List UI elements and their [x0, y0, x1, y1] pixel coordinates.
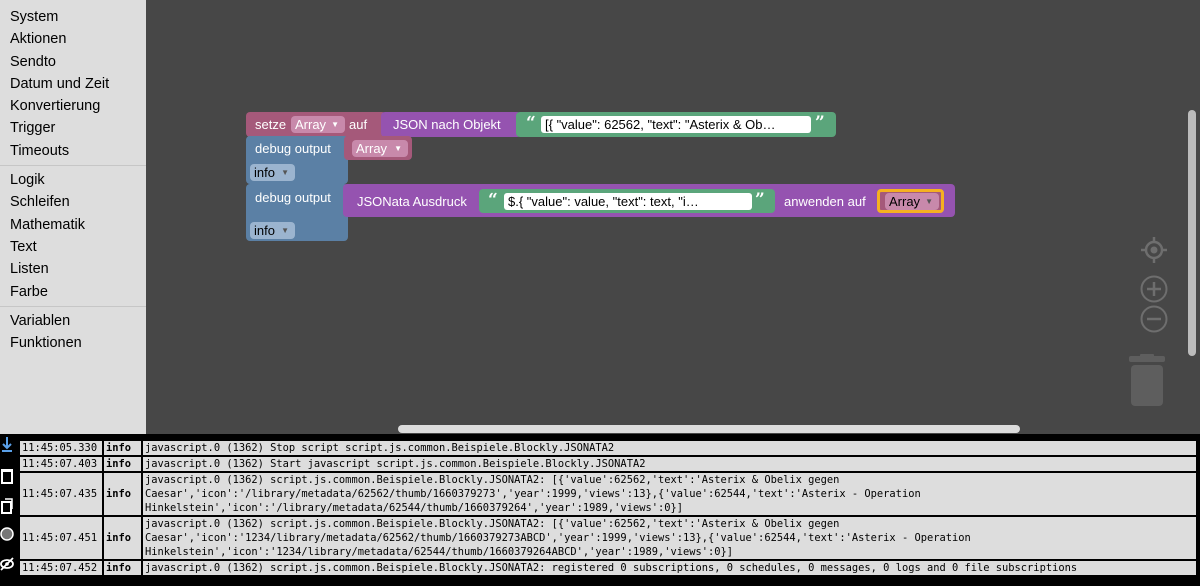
quote-close-icon: ”	[815, 113, 825, 133]
toolbox-category-text[interactable]: Text	[0, 236, 146, 258]
quote-open-icon: “	[526, 113, 536, 133]
horizontal-scrollbar[interactable]	[398, 425, 1020, 433]
crosshair-icon[interactable]	[1140, 236, 1168, 264]
log-message: javascript.0 (1362) Start javascript scr…	[141, 455, 1198, 473]
toolbox-category-schleifen[interactable]: Schleifen	[0, 191, 146, 213]
apply-variable-dropdown[interactable]: Array ▼	[885, 193, 939, 210]
json-text-field[interactable]: [{ "value": 62562, "text": "Asterix & Ob…	[541, 116, 811, 133]
toolbox-category-aktionen[interactable]: Aktionen	[0, 28, 146, 50]
log-time: 11:45:07.451	[18, 515, 104, 561]
clear-log-icon[interactable]	[0, 468, 14, 488]
toolbox-category-mathematik[interactable]: Mathematik	[0, 214, 146, 236]
toolbox-category-system[interactable]: System	[0, 6, 146, 28]
log-time: 11:45:07.452	[18, 559, 104, 577]
log-severity: info	[102, 439, 143, 457]
pause-icon[interactable]	[0, 526, 14, 546]
jsonata-label: JSONata Ausdruck	[357, 194, 467, 209]
blockly-toolbox: System Aktionen Sendto Datum und Zeit Konver…	[0, 0, 146, 434]
log-message: javascript.0 (1362) script.js.common.Bei…	[141, 515, 1198, 561]
log-row: 11:45:07.451 info javascript.0 (1362) scri…	[18, 515, 1198, 561]
copy-icon[interactable]	[0, 498, 14, 518]
chevron-down-icon: ▼	[925, 197, 933, 206]
toolbox-category-timeouts[interactable]: Timeouts	[0, 140, 146, 162]
zoom-in-icon[interactable]	[1140, 275, 1168, 303]
toolbox-category-trigger[interactable]: Trigger	[0, 117, 146, 139]
log-panel: 11:45:05.330 info javascript.0 (1362) Stop…	[0, 434, 1200, 586]
trash-icon[interactable]	[1127, 354, 1167, 408]
scroll-to-bottom-icon[interactable]	[0, 436, 14, 456]
toolbox-separator	[0, 305, 146, 307]
log-severity: info	[102, 515, 143, 561]
debug-output-label-2: debug output	[255, 190, 331, 205]
toolbox-category-funktionen[interactable]: Funktionen	[0, 332, 146, 354]
vertical-scrollbar[interactable]	[1188, 110, 1196, 356]
debug-level-dropdown-1[interactable]: info ▼	[250, 164, 295, 181]
log-message: javascript.0 (1362) Stop script script.j…	[141, 439, 1198, 457]
debug-level-dropdown-2[interactable]: info ▼	[250, 222, 295, 239]
set-to-label: auf	[349, 117, 368, 132]
debug-output-label-1: debug output	[255, 141, 331, 156]
eye-off-icon[interactable]	[0, 556, 14, 576]
toolbox-category-logik[interactable]: Logik	[0, 169, 146, 191]
debug-variable-dropdown[interactable]: Array ▼	[352, 140, 408, 157]
toolbox-category-variablen[interactable]: Variablen	[0, 310, 146, 332]
log-severity: info	[102, 455, 143, 473]
toolbox-category-farbe[interactable]: Farbe	[0, 281, 146, 303]
chevron-down-icon: ▼	[394, 144, 402, 153]
log-time: 11:45:07.403	[18, 455, 104, 473]
log-row: 11:45:07.403 info javascript.0 (1362) Star…	[18, 455, 1198, 473]
jsonata-text-field[interactable]: $.{ "value": value, "text": text, "i…	[504, 193, 752, 210]
zoom-out-icon[interactable]	[1140, 305, 1168, 333]
log-table: 11:45:05.330 info javascript.0 (1362) Stop…	[18, 439, 1198, 577]
log-row: 11:45:07.452 info javascript.0 (1362) scri…	[18, 559, 1198, 577]
chevron-down-icon: ▼	[281, 168, 289, 177]
chevron-down-icon: ▼	[331, 120, 339, 129]
log-time: 11:45:07.435	[18, 471, 104, 517]
log-toolbar	[0, 434, 14, 586]
log-severity: info	[102, 471, 143, 517]
log-row: 11:45:07.435 info javascript.0 (1362) scri…	[18, 471, 1198, 517]
chevron-down-icon: ▼	[281, 226, 289, 235]
json-to-object-label: JSON nach Objekt	[393, 117, 501, 132]
quote-close-icon: ”	[755, 190, 765, 210]
log-severity: info	[102, 559, 143, 577]
toolbox-category-datum-und-zeit[interactable]: Datum und Zeit	[0, 73, 146, 95]
quote-open-icon: “	[488, 190, 498, 210]
log-time: 11:45:05.330	[18, 439, 104, 457]
set-variable-dropdown[interactable]: Array ▼	[291, 116, 345, 133]
log-row: 11:45:05.330 info javascript.0 (1362) Stop…	[18, 439, 1198, 457]
log-message: javascript.0 (1362) script.js.common.Bei…	[141, 471, 1198, 517]
toolbox-category-konvertierung[interactable]: Konvertierung	[0, 95, 146, 117]
set-label: setze	[255, 117, 287, 132]
toolbox-category-listen[interactable]: Listen	[0, 258, 146, 280]
log-message: javascript.0 (1362) script.js.common.Bei…	[141, 559, 1198, 577]
toolbox-category-sendto[interactable]: Sendto	[0, 51, 146, 73]
apply-to-label: anwenden auf	[784, 194, 866, 209]
toolbox-separator	[0, 165, 146, 167]
